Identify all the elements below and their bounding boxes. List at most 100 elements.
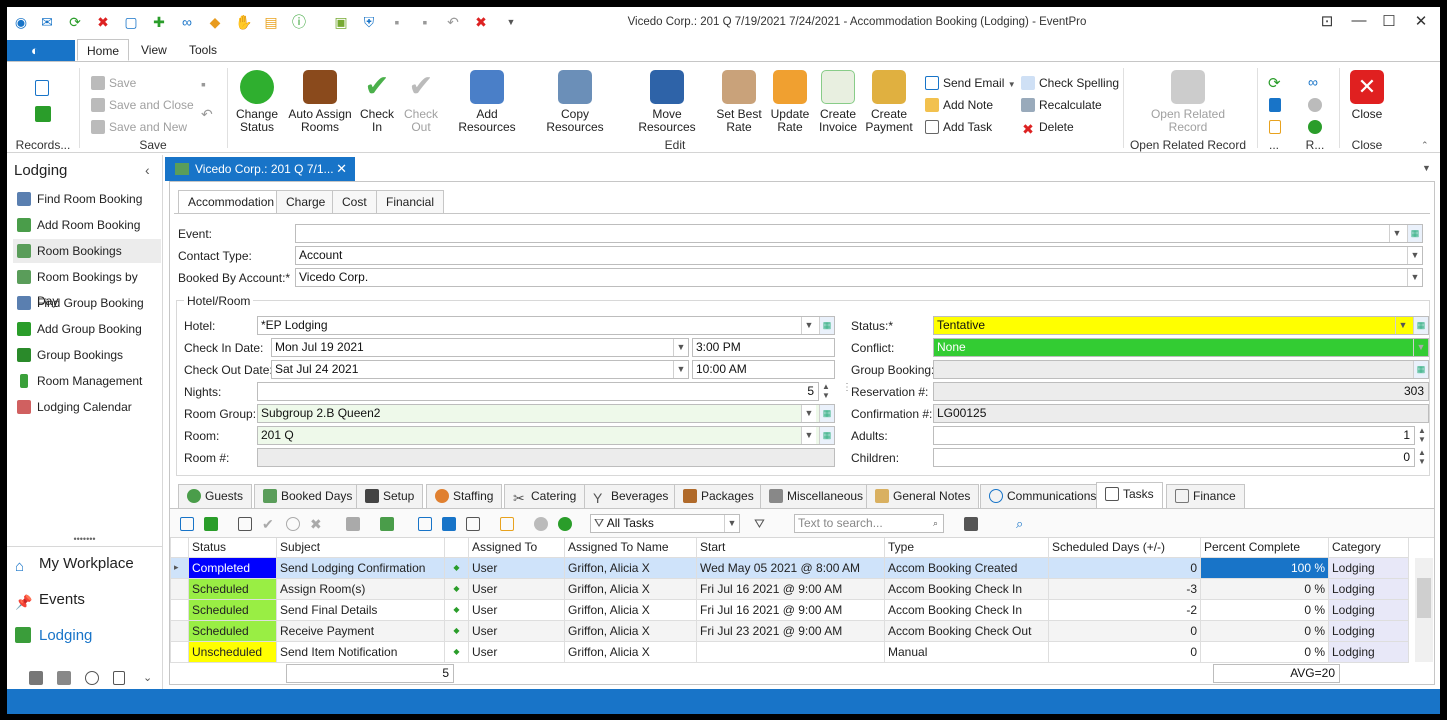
nav-lodging[interactable]: Lodging <box>15 627 92 644</box>
column-header[interactable]: Type <box>884 538 1049 558</box>
ribbon-collapse-icon[interactable]: ⌃ <box>1421 140 1429 151</box>
info-doc-icon[interactable] <box>1269 98 1281 112</box>
cell-days[interactable]: -2 <box>1048 598 1201 621</box>
tab-staffing[interactable]: Staffing <box>426 484 503 508</box>
booked-by-field[interactable]: Vicedo Corp. ▼ <box>295 268 1423 287</box>
cell-category[interactable]: Lodging <box>1328 619 1409 642</box>
tab-finance[interactable]: Finance <box>1166 484 1245 508</box>
tab-tools[interactable]: Tools <box>189 43 217 57</box>
tab-cost[interactable]: Cost <box>332 190 377 213</box>
cell-subject[interactable]: Receive Payment <box>276 619 445 642</box>
send-email-button[interactable]: Send Email ▼ <box>925 76 1016 90</box>
column-header[interactable]: Scheduled Days (+/-) <box>1048 538 1201 558</box>
refresh-icon[interactable]: ⟳ <box>67 14 83 30</box>
cell-name[interactable]: Griffon, Alicia X <box>564 577 697 600</box>
nav-events[interactable]: 📌 Events <box>15 591 85 610</box>
adults-field[interactable]: 1 <box>933 426 1415 445</box>
app-logo-icon[interactable]: ◉ <box>13 14 29 30</box>
cell-name[interactable]: Griffon, Alicia X <box>564 640 697 663</box>
set-best-rate-button[interactable]: Set Best Rate <box>715 70 763 134</box>
column-header[interactable]: Category <box>1328 538 1409 558</box>
row-indicator[interactable] <box>170 619 189 642</box>
column-header[interactable]: Assigned To Name <box>564 538 697 558</box>
chevron-down-icon[interactable]: ▼ <box>1407 269 1422 286</box>
cell-status[interactable]: Unscheduled <box>188 640 277 663</box>
cell-type[interactable]: Accom Booking Check Out <box>884 619 1049 642</box>
tab-view[interactable]: View <box>141 43 167 57</box>
chevron-down-icon[interactable]: ▼ <box>1413 339 1428 356</box>
nav-my-workplace[interactable]: ⌂ My Workplace <box>15 555 134 575</box>
lookup-icon[interactable]: ▦ <box>1407 225 1422 242</box>
reminder-icon[interactable]: ◆ <box>444 640 469 663</box>
table-row[interactable]: Scheduled Assign Room(s) ◆ User Griffon, Ali… <box>170 577 1409 600</box>
cell-days[interactable]: 0 <box>1048 640 1201 663</box>
table-row[interactable]: Scheduled Send Final Details ◆ User Griffon,… <box>170 598 1409 621</box>
cell-pct[interactable]: 0 % <box>1200 577 1329 600</box>
tab-beverages[interactable]: Y Beverages <box>584 484 678 508</box>
find-icon[interactable]: ⌕ <box>1016 517 1030 531</box>
cell-start[interactable]: Fri Jul 23 2021 @ 9:00 AM <box>696 619 885 642</box>
create-payment-button[interactable]: Create Payment <box>865 70 913 134</box>
room-group-field[interactable]: Subgroup 2.B Queen2 ▼ ▦ <box>257 404 835 423</box>
lookup-icon[interactable]: ▦ <box>819 427 834 444</box>
auto-assign-rooms-button[interactable]: Auto Assign Rooms <box>287 70 353 134</box>
up-circle-icon[interactable] <box>534 517 548 531</box>
clipboard-icon[interactable] <box>113 671 125 685</box>
conflict-field[interactable]: None ▼ <box>933 338 1429 357</box>
sidebar-item-lodging-calendar[interactable]: Lodging Calendar <box>13 395 161 419</box>
hotel-field[interactable]: *EP Lodging ▼ ▦ <box>257 316 835 335</box>
row-indicator[interactable] <box>170 577 189 600</box>
children-stepper[interactable]: ▲ ▼ <box>1418 448 1426 466</box>
chevron-down-icon[interactable]: ▼ <box>1407 247 1422 264</box>
row-indicator[interactable] <box>170 640 189 663</box>
search-input[interactable]: Text to search... ⌕ <box>794 514 944 533</box>
save-button[interactable]: Save <box>91 76 136 90</box>
cell-start[interactable]: Fri Jul 16 2021 @ 9:00 AM <box>696 577 885 600</box>
cell-assigned[interactable]: User <box>468 640 565 663</box>
add-task-button[interactable]: Add Task <box>925 120 992 134</box>
clipboard-icon[interactable] <box>1269 120 1281 134</box>
reservation-field[interactable]: 303 <box>933 382 1429 401</box>
column-header[interactable]: Start <box>696 538 885 558</box>
cell-start[interactable]: Wed May 05 2021 @ 8:00 AM <box>696 556 885 579</box>
app-menu-button[interactable]: ◐ <box>7 40 75 61</box>
column-header[interactable]: Assigned To <box>468 538 565 558</box>
add-note-button[interactable]: Add Note <box>925 98 993 112</box>
export-icon[interactable] <box>418 517 432 531</box>
cell-start[interactable]: Fri Jul 16 2021 @ 9:00 AM <box>696 598 885 621</box>
generate-icon[interactable] <box>380 517 394 531</box>
splitter-handle[interactable]: ••••••• <box>7 535 162 547</box>
tabs-dropdown-icon[interactable]: ▼ <box>1422 163 1431 173</box>
cell-assigned[interactable]: User <box>468 577 565 600</box>
cell-status[interactable]: Scheduled <box>188 598 277 621</box>
sidebar-item-room-management[interactable]: Room Management <box>13 369 161 393</box>
customize-chevron-icon[interactable]: ▼ <box>503 14 519 30</box>
tab-home[interactable]: Home <box>77 39 130 61</box>
copy-icon[interactable] <box>346 517 360 531</box>
cell-days[interactable]: 0 <box>1048 556 1201 579</box>
chevron-down-icon[interactable]: ▼ <box>801 317 816 334</box>
group-booking-field[interactable]: ▦ <box>933 360 1429 379</box>
table-row[interactable]: Unscheduled Send Item Notification ◆ User Gr… <box>170 640 1409 663</box>
tab-packages[interactable]: Packages <box>674 484 763 508</box>
lookup-icon[interactable]: ▦ <box>1413 361 1428 378</box>
new-record-icon[interactable] <box>35 80 49 96</box>
table-row[interactable]: ▸ Completed Send Lodging Confirmation ◆ User… <box>170 556 1409 579</box>
check-in-button[interactable]: ✔ Check In <box>359 70 395 134</box>
document-icon[interactable] <box>57 671 71 685</box>
event-field[interactable]: ▼ ▦ <box>295 224 1423 243</box>
close-icon[interactable]: ✕ <box>336 157 347 181</box>
tab-financial[interactable]: Financial <box>376 190 445 213</box>
row-indicator[interactable] <box>170 598 189 621</box>
tab-booked-days[interactable]: Booked Days <box>254 484 362 508</box>
reminder-icon[interactable]: ◆ <box>444 556 469 579</box>
close-button[interactable]: ✕ Close <box>1345 70 1389 121</box>
luggage-icon[interactable]: ▣ <box>333 14 349 30</box>
cell-type[interactable]: Accom Booking Check In <box>884 598 1049 621</box>
cell-pct[interactable]: 0 % <box>1200 598 1329 621</box>
column-header[interactable]: Percent Complete <box>1200 538 1329 558</box>
cell-start[interactable] <box>696 640 885 663</box>
add-icon[interactable]: ✚ <box>151 14 167 30</box>
info-icon[interactable]: ⓘ <box>291 14 307 30</box>
move-resources-button[interactable]: Move Resources <box>625 70 709 134</box>
